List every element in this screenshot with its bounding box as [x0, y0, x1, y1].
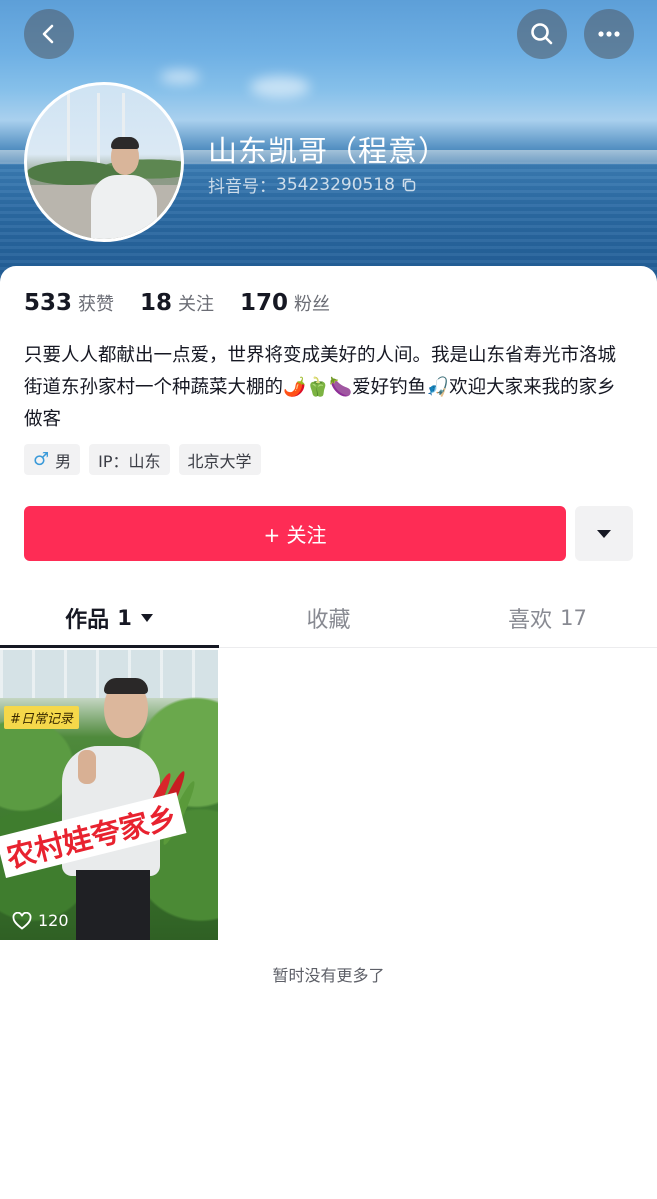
tab-count: 17 — [560, 605, 587, 630]
back-button[interactable] — [24, 9, 74, 59]
tab-count: 1 — [117, 605, 132, 630]
stat-value: 18 — [140, 290, 173, 316]
male-icon: ♂ — [33, 449, 50, 470]
chevron-left-icon — [42, 24, 54, 44]
profile-bio: 只要人人都献出一点爱，世界将变成美好的人间。我是山东省寿光市洛城街道东孙家村一个… — [24, 345, 617, 430]
no-more-text: 暂时没有更多了 — [272, 966, 385, 985]
avatar[interactable] — [24, 82, 184, 242]
person-hair — [111, 137, 139, 149]
heart-icon — [12, 911, 32, 930]
tag-ip: IP：山东 — [89, 444, 170, 475]
profile-name: 山东凯哥（程意） — [208, 134, 449, 168]
stat-label: 粉丝 — [294, 294, 331, 315]
tab-label: 收藏 — [306, 607, 351, 633]
person-hair — [104, 678, 148, 694]
caret-down-icon — [597, 529, 611, 538]
cloud — [250, 76, 310, 98]
stat-likes[interactable]: 533 获赞 — [24, 290, 114, 316]
follow-button-label: + 关注 — [263, 523, 327, 547]
tab-label: 喜欢 — [508, 607, 553, 633]
tab-favorites[interactable]: 收藏 — [219, 588, 438, 647]
stats-row: 533 获赞 18 关注 170 粉丝 — [24, 290, 330, 316]
video-tile[interactable]: #日常记录 农村娃夸家乡 120 — [0, 650, 218, 940]
douyin-id[interactable]: 抖音号： 35423290518 — [208, 172, 417, 197]
tag-text: IP：山东 — [98, 451, 161, 471]
stat-value: 170 — [240, 290, 289, 316]
more-options-button[interactable] — [584, 9, 634, 59]
caret-down-icon — [140, 613, 153, 622]
person-body — [91, 175, 157, 239]
stat-value: 533 — [24, 290, 73, 316]
stat-label: 获赞 — [78, 294, 115, 315]
tab-liked[interactable]: 喜欢 17 — [438, 588, 657, 647]
profile-tags: ♂ 男 IP：山东 北京大学 — [24, 444, 261, 475]
thumbs-up — [78, 750, 96, 784]
tag-text: 男 — [55, 451, 72, 471]
douyin-id-label: 抖音号： — [208, 177, 276, 197]
tag-gender: ♂ 男 — [24, 444, 81, 475]
video-badge: #日常记录 — [4, 706, 79, 729]
tag-text: 北京大学 — [187, 451, 252, 471]
profile-tabs: 作品 1 收藏 喜欢 17 — [0, 588, 657, 648]
video-likes: 120 — [12, 911, 69, 930]
search-button[interactable] — [517, 9, 567, 59]
tab-label: 作品 — [65, 607, 110, 633]
tag-school[interactable]: 北京大学 — [178, 444, 261, 475]
search-icon — [531, 23, 553, 45]
follow-more-button[interactable] — [575, 506, 633, 561]
cloud — [160, 70, 200, 84]
stat-following[interactable]: 18 关注 — [140, 290, 214, 316]
person-pants — [76, 870, 150, 940]
ellipsis-icon — [598, 31, 620, 37]
copy-icon[interactable] — [401, 177, 417, 193]
stat-followers[interactable]: 170 粉丝 — [240, 290, 330, 316]
video-like-count: 120 — [38, 911, 69, 930]
profile-card: 533 获赞 18 关注 170 粉丝 只要人人都献出一点爱，世界将变成美好的人… — [0, 266, 657, 1199]
follow-button[interactable]: + 关注 — [24, 506, 566, 561]
stat-label: 关注 — [178, 294, 215, 315]
douyin-id-value: 35423290518 — [276, 174, 395, 195]
tab-works[interactable]: 作品 1 — [0, 588, 219, 648]
